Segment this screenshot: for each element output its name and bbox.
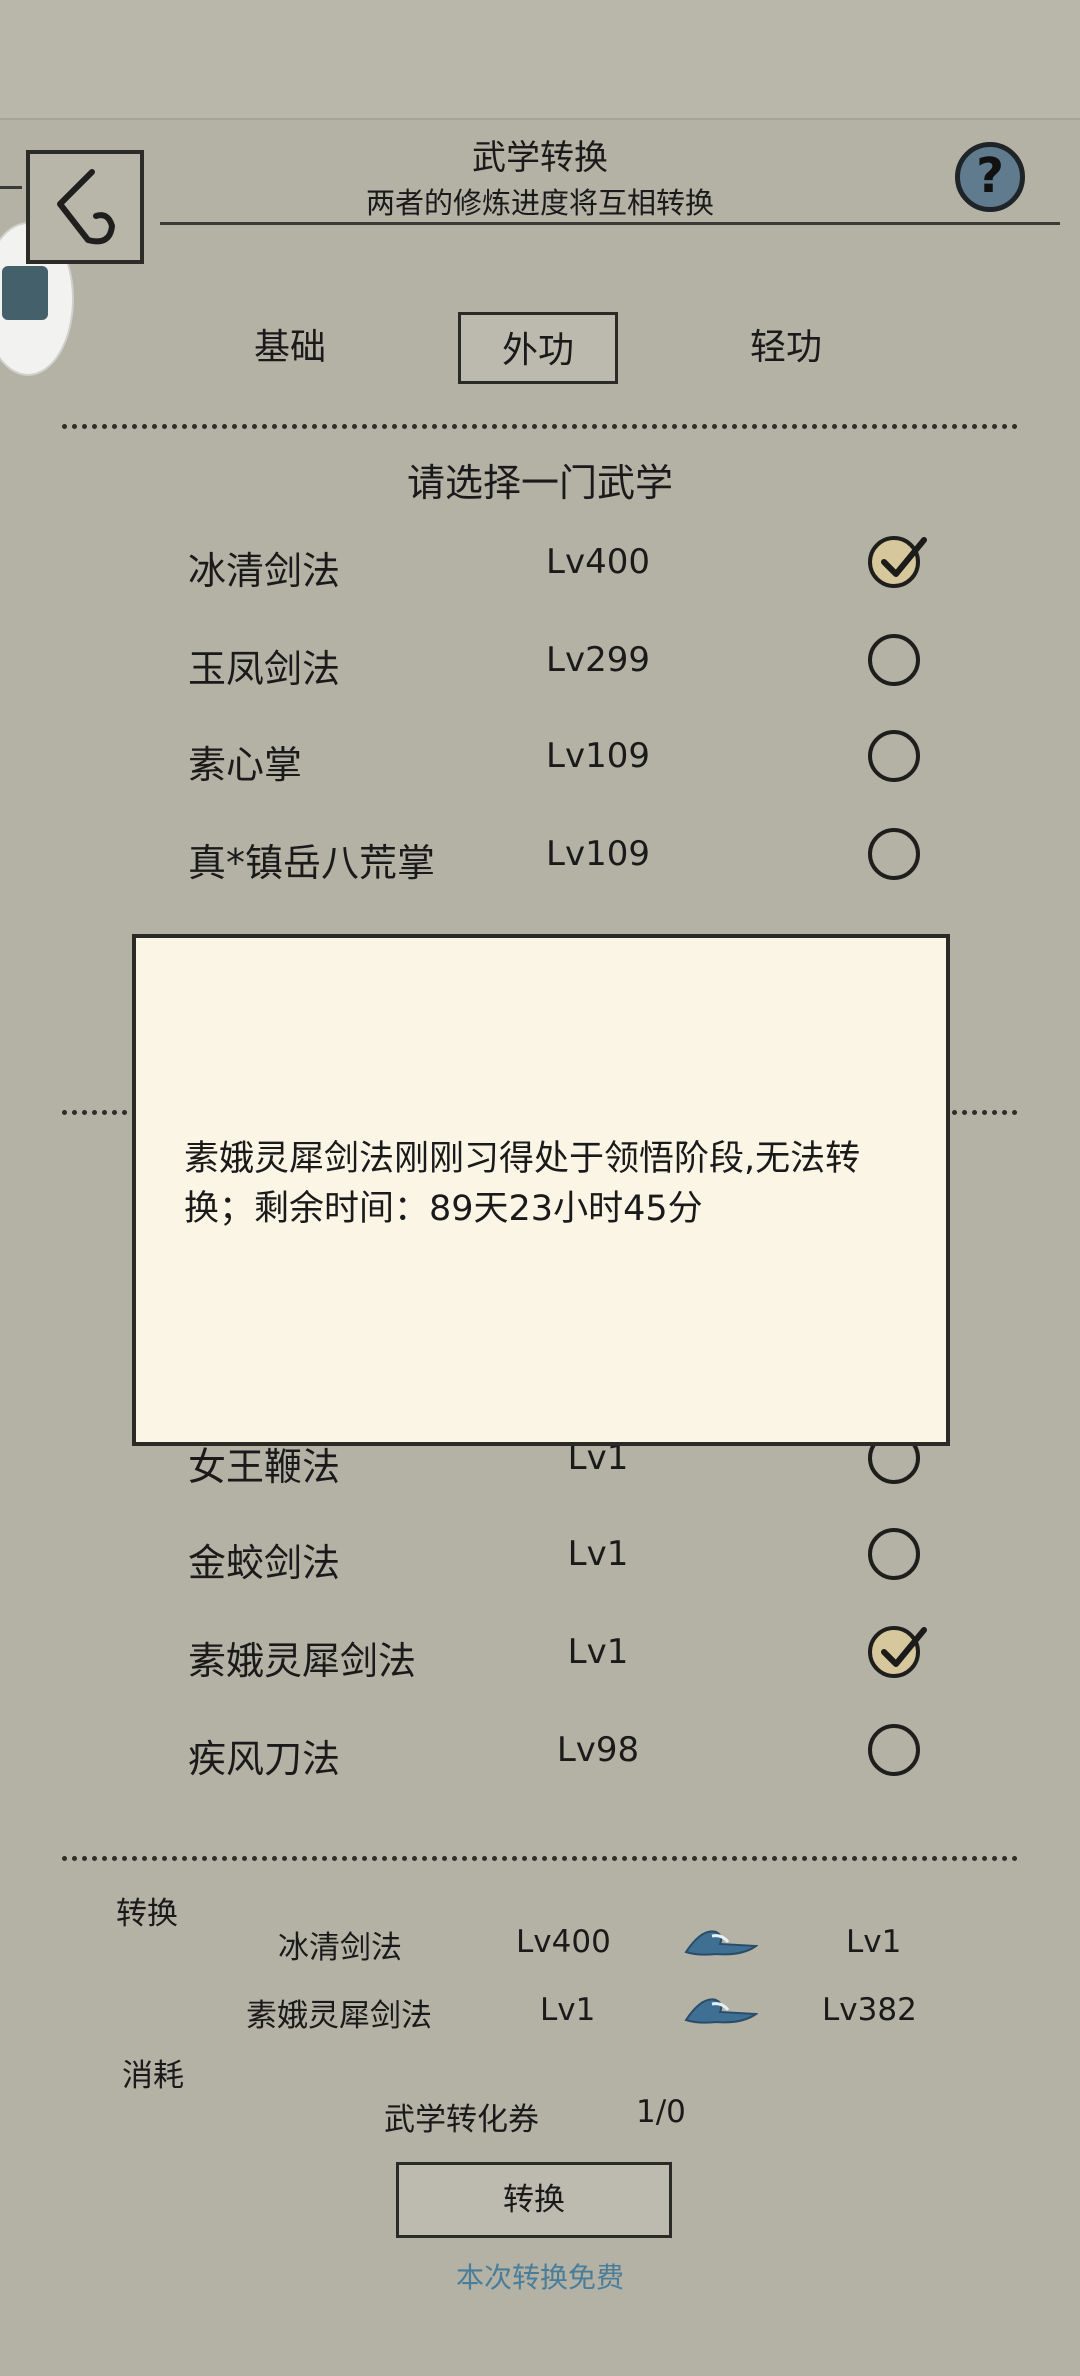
header-left-line (0, 186, 22, 189)
skill-name: 素娥灵犀剑法 (188, 1639, 417, 1683)
list-item[interactable]: 素娥灵犀剑法 Lv1 (188, 1614, 948, 1704)
cost-label: 消耗 (122, 2058, 184, 2094)
checkmark-icon (881, 537, 927, 577)
back-button[interactable] (26, 150, 144, 264)
list-title: 请选择一门武学 (406, 461, 673, 505)
alert-message: 素娥灵犀剑法刚刚习得处于领悟阶段,无法转换；剩余时间：89天23小时45分 (184, 1139, 861, 1229)
list-item[interactable]: 疾风刀法 Lv98 (188, 1712, 948, 1802)
skill-level: Lv109 (546, 736, 650, 776)
checkbox[interactable] (868, 828, 920, 880)
skill-name: 疾风刀法 (188, 1737, 341, 1781)
skill-name: 金蛟剑法 (188, 1541, 341, 1585)
list-item[interactable]: 金蛟剑法 Lv1 (188, 1516, 948, 1606)
wave-arrow-icon (684, 1930, 758, 1956)
tab-external[interactable]: 外功 (458, 312, 618, 384)
skill-level: Lv299 (546, 640, 650, 680)
conversion-source-to: Lv1 (846, 1924, 902, 1960)
cost-item-name: 武学转化券 (384, 2102, 539, 2138)
skill-level: Lv1 (567, 1534, 629, 1574)
status-bar (0, 0, 1080, 120)
page-subtitle: 两者的修炼进度将互相转换 (365, 186, 714, 220)
dotted-divider (62, 1856, 1018, 1861)
skill-level: Lv400 (546, 542, 650, 582)
conversion-label: 转换 (116, 1896, 178, 1932)
wave-arrow-icon (684, 1998, 758, 2024)
page-title: 武学转换 (472, 138, 608, 178)
dotted-divider (62, 424, 1018, 429)
checkbox-checked[interactable] (868, 536, 927, 588)
skill-level: Lv1 (567, 1632, 629, 1672)
cost-item-value: 1/0 (636, 2094, 686, 2130)
list-item[interactable]: 真*镇岳八荒掌 Lv109 (188, 816, 948, 906)
skill-level: Lv98 (556, 1730, 640, 1770)
convert-button[interactable]: 转换 (396, 2162, 672, 2238)
checkmark-icon (881, 1627, 927, 1667)
header-divider (160, 222, 1060, 225)
list-item[interactable]: 素心掌 Lv109 (188, 718, 948, 808)
conversion-source-name: 冰清剑法 (278, 1930, 402, 1966)
conversion-target-from: Lv1 (540, 1992, 596, 2028)
checkbox[interactable] (868, 730, 920, 782)
skill-name: 冰清剑法 (188, 549, 341, 593)
checkbox[interactable] (868, 634, 920, 686)
checkbox-checked[interactable] (868, 1626, 927, 1678)
help-button[interactable]: ? (955, 142, 1025, 212)
tab-basic[interactable]: 基础 (220, 312, 360, 384)
list-item[interactable]: 冰清剑法 Lv400 (188, 524, 948, 614)
back-chevron-icon (57, 169, 115, 245)
conversion-target-to: Lv382 (822, 1992, 917, 2028)
conversion-target-name: 素娥灵犀剑法 (246, 1998, 432, 2034)
checkbox[interactable] (868, 1724, 920, 1776)
skill-name: 素心掌 (188, 743, 303, 787)
conversion-source-from: Lv400 (516, 1924, 611, 1960)
skill-name: 玉凤剑法 (188, 647, 341, 691)
skill-name: 真*镇岳八荒掌 (188, 841, 436, 885)
skill-level: Lv109 (546, 834, 650, 874)
checkbox[interactable] (868, 1528, 920, 1580)
free-conversion-note: 本次转换免费 (455, 2261, 624, 2294)
tab-lightness[interactable]: 轻功 (716, 312, 856, 384)
list-item[interactable]: 玉凤剑法 Lv299 (188, 622, 948, 712)
alert-dialog[interactable]: 素娥灵犀剑法刚刚习得处于领悟阶段,无法转换；剩余时间：89天23小时45分 (132, 934, 950, 1446)
